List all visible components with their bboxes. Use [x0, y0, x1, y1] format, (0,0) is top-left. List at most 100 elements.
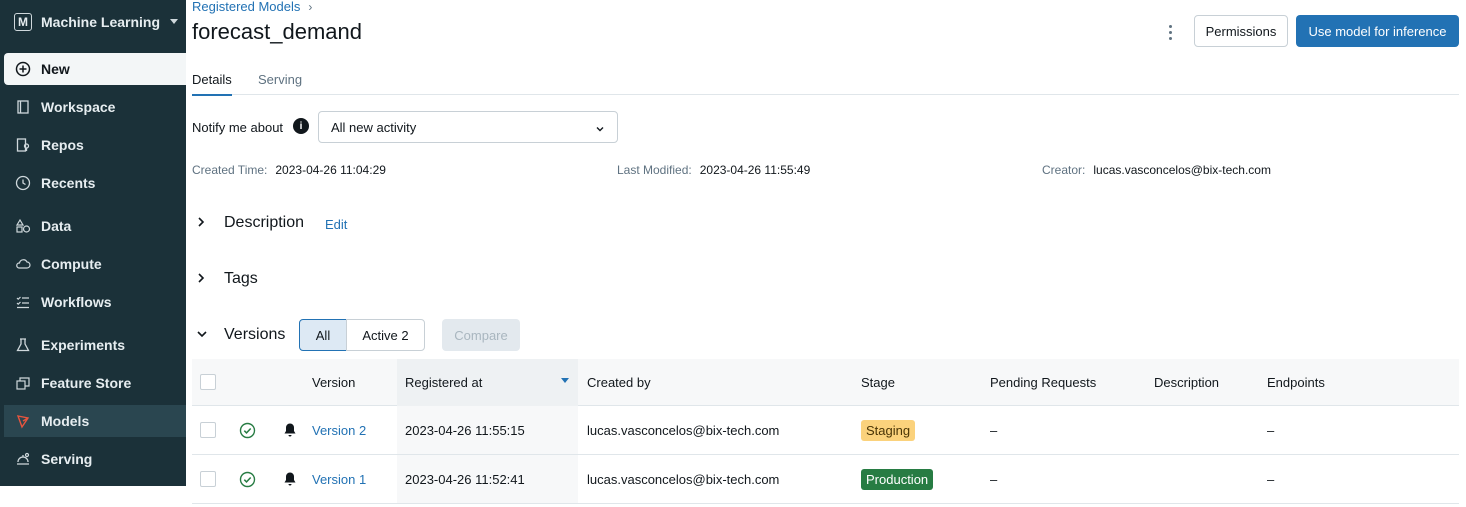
- store-icon: [14, 374, 32, 392]
- chevron-down-icon: [196, 328, 208, 343]
- shapes-icon: [14, 217, 32, 235]
- sidebar-item-feature-store[interactable]: Feature Store: [4, 367, 186, 399]
- stage-badge: Staging: [861, 420, 916, 441]
- endpoints-cell: –: [1267, 423, 1275, 438]
- sidebar-item-label: Repos: [41, 137, 84, 153]
- registered-at-cell: 2023-04-26 11:55:15: [405, 423, 525, 438]
- pending-requests-cell: –: [990, 472, 998, 487]
- more-options-icon[interactable]: [1162, 22, 1178, 42]
- sort-descending-icon[interactable]: [561, 378, 569, 383]
- sidebar-item-models[interactable]: Models: [4, 405, 186, 437]
- version-link[interactable]: Version 2: [312, 423, 366, 438]
- table-row: Version 2 2023-04-26 11:55:15 lucas.vasc…: [192, 406, 1459, 455]
- beaker-icon: [14, 336, 32, 354]
- check-circle-icon: [239, 422, 256, 439]
- version-link[interactable]: Version 1: [312, 472, 366, 487]
- clock-icon: [14, 174, 32, 192]
- row-checkbox[interactable]: [200, 471, 216, 487]
- tab-details[interactable]: Details: [192, 72, 232, 96]
- tab-serving[interactable]: Serving: [258, 72, 302, 94]
- sidebar-item-label: Data: [41, 218, 72, 234]
- workspace-switcher[interactable]: M Machine Learning: [4, 6, 184, 38]
- creator-value: lucas.vasconcelos@bix-tech.com: [1093, 163, 1271, 177]
- notify-label: Notify me about: [192, 120, 284, 135]
- pending-requests-cell: –: [990, 423, 998, 438]
- filter-all-button[interactable]: All: [299, 319, 347, 351]
- versions-section-toggle[interactable]: Versions: [196, 326, 285, 344]
- created-time: Created Time: 2023-04-26 11:04:29: [192, 163, 386, 177]
- sidebar-item-label: Recents: [41, 175, 96, 191]
- versions-heading: Versions: [224, 326, 286, 343]
- sidebar-item-workspace[interactable]: Workspace: [4, 91, 186, 123]
- sidebar-item-data[interactable]: Data: [4, 210, 186, 242]
- sidebar-item-recents[interactable]: Recents: [4, 167, 186, 199]
- filter-active-button[interactable]: Active 2: [346, 319, 425, 351]
- column-header-pending-requests[interactable]: Pending Requests: [990, 375, 1096, 390]
- column-header-created-by[interactable]: Created by: [587, 375, 651, 390]
- last-modified-value: 2023-04-26 11:55:49: [699, 163, 811, 177]
- sidebar-item-serving[interactable]: Serving: [4, 443, 186, 475]
- column-header-endpoints[interactable]: Endpoints: [1267, 375, 1325, 390]
- compare-button[interactable]: Compare: [442, 319, 520, 351]
- row-checkbox[interactable]: [200, 422, 216, 438]
- description-heading: Description: [224, 214, 305, 231]
- info-icon[interactable]: i: [293, 118, 309, 134]
- sidebar: M Machine Learning New Workspace Repos R…: [0, 0, 186, 486]
- chevron-down-icon: [595, 122, 605, 137]
- table-row: Version 1 2023-04-26 11:52:41 lucas.vasc…: [192, 455, 1459, 504]
- sidebar-item-label: New: [41, 61, 70, 77]
- description-section-toggle[interactable]: Description: [196, 214, 304, 232]
- page-title: forecast_demand: [192, 19, 362, 44]
- created-time-label: Created Time:: [192, 163, 268, 177]
- stage-badge: Production: [861, 469, 934, 490]
- repo-icon: [14, 136, 32, 154]
- last-modified: Last Modified: 2023-04-26 11:55:49: [617, 163, 810, 177]
- tags-section-toggle[interactable]: Tags: [196, 270, 258, 288]
- notify-select-value: All new activity: [331, 119, 417, 135]
- workflow-list-icon: [14, 293, 32, 311]
- breadcrumb-link[interactable]: Registered Models: [192, 0, 300, 14]
- cloud-icon: [14, 255, 32, 273]
- plus-circle-icon: [14, 60, 32, 78]
- creator: Creator: lucas.vasconcelos@bix-tech.com: [1042, 163, 1271, 177]
- created-by-cell: lucas.vasconcelos@bix-tech.com: [587, 472, 780, 487]
- sidebar-item-label: Models: [41, 413, 90, 429]
- use-model-for-inference-button[interactable]: Use model for inference: [1296, 15, 1459, 47]
- sidebar-item-label: Compute: [41, 256, 102, 272]
- column-header-description[interactable]: Description: [1154, 375, 1219, 390]
- tab-bar: Details Serving: [192, 64, 1459, 96]
- chevron-right-icon: [196, 272, 206, 287]
- permissions-button[interactable]: Permissions: [1194, 15, 1288, 47]
- sidebar-item-experiments[interactable]: Experiments: [4, 329, 186, 361]
- model-icon: [14, 412, 32, 430]
- edit-description-link[interactable]: Edit: [325, 217, 347, 232]
- serving-icon: [14, 450, 32, 468]
- breadcrumb: Registered Models ›: [192, 0, 312, 14]
- chevron-right-icon: [196, 216, 206, 231]
- bell-icon[interactable]: [283, 471, 297, 487]
- chevron-right-icon: ›: [308, 0, 313, 14]
- caret-down-icon: [170, 19, 178, 24]
- sidebar-item-workflows[interactable]: Workflows: [4, 286, 186, 318]
- sidebar-item-repos[interactable]: Repos: [4, 129, 186, 161]
- column-header-stage[interactable]: Stage: [861, 375, 895, 390]
- endpoints-cell: –: [1267, 472, 1275, 487]
- select-all-checkbox[interactable]: [200, 374, 216, 390]
- registered-at-cell: 2023-04-26 11:52:41: [405, 472, 525, 487]
- column-header-registered-at[interactable]: Registered at: [405, 375, 482, 390]
- check-circle-icon: [239, 471, 256, 488]
- sidebar-item-label: Feature Store: [41, 375, 132, 391]
- last-modified-label: Last Modified:: [617, 163, 692, 177]
- column-header-version[interactable]: Version: [312, 375, 355, 390]
- sidebar-item-label: Workspace: [41, 99, 116, 115]
- notebook-icon: [14, 98, 32, 116]
- workspace-name: Machine Learning: [41, 14, 161, 30]
- bell-icon[interactable]: [283, 422, 297, 438]
- sidebar-item-label: Experiments: [41, 337, 126, 353]
- sidebar-item-label: Serving: [41, 451, 93, 467]
- notify-select[interactable]: All new activity: [318, 111, 618, 143]
- created-time-value: 2023-04-26 11:04:29: [275, 163, 386, 177]
- sidebar-item-compute[interactable]: Compute: [4, 248, 186, 280]
- sidebar-item-label: Workflows: [41, 294, 112, 310]
- sidebar-item-new[interactable]: New: [4, 53, 186, 85]
